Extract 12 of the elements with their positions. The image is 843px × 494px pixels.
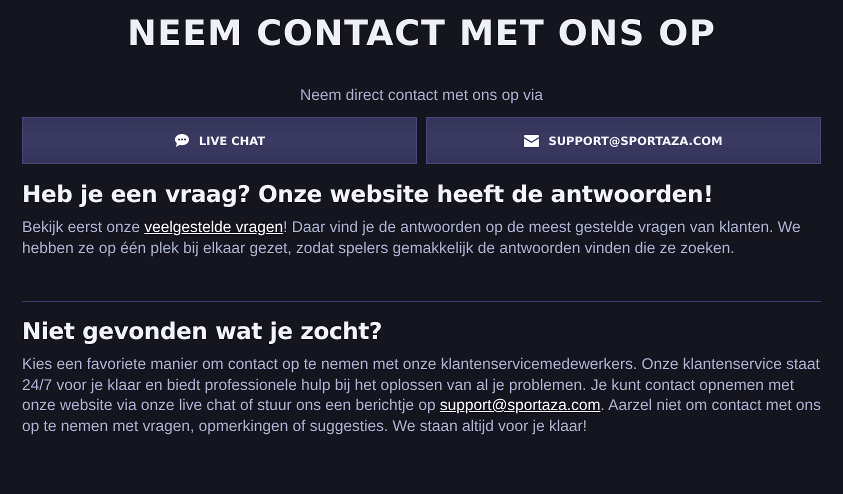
page-title: NEEM CONTACT MET ONS OP <box>126 14 717 54</box>
paragraph: Kies een favoriete manier om contact op te nemen met onze klantenservicemedewerkers. Onze klantenservice staat 24/7 voor je klaar en biedt professionele hulp bij het oplossen van al je problemen. Je kunt contact opnemen met onze website via onze live chat of stuur ons een berichtje op support@sportaza.com. Aarzel niet om contact met ons op te nemen met vragen, opmerkingen of suggesties. We staan altijd voor je klaar! <box>22 355 821 436</box>
section-heading: Heb je een vraag? Onze website heeft de antwoorden! <box>22 181 714 209</box>
chat-button[interactable]: LIVE CHAT <box>22 117 417 164</box>
section-heading: Niet gevonden wat je zocht? <box>22 318 384 346</box>
text-link[interactable]: support@sportaza.com <box>440 397 600 414</box>
chat-icon <box>174 133 190 148</box>
text-link[interactable]: veelgestelde vragen <box>144 219 284 236</box>
email-button[interactable]: SUPPORT@SPORTAZA.COM <box>426 117 821 164</box>
mail-icon <box>524 134 540 146</box>
subtitle: Neem direct contact met ons op via <box>299 86 544 106</box>
paragraph: Bekijk eerst onze veelgestelde vragen! Daar vind je de antwoorden op de meest gestelde vragen van klanten. We hebben ze op één plek bij elkaar gezet, zodat spelers gemakkelijk de antwoorden vinden die ze zoeken. <box>22 218 802 258</box>
